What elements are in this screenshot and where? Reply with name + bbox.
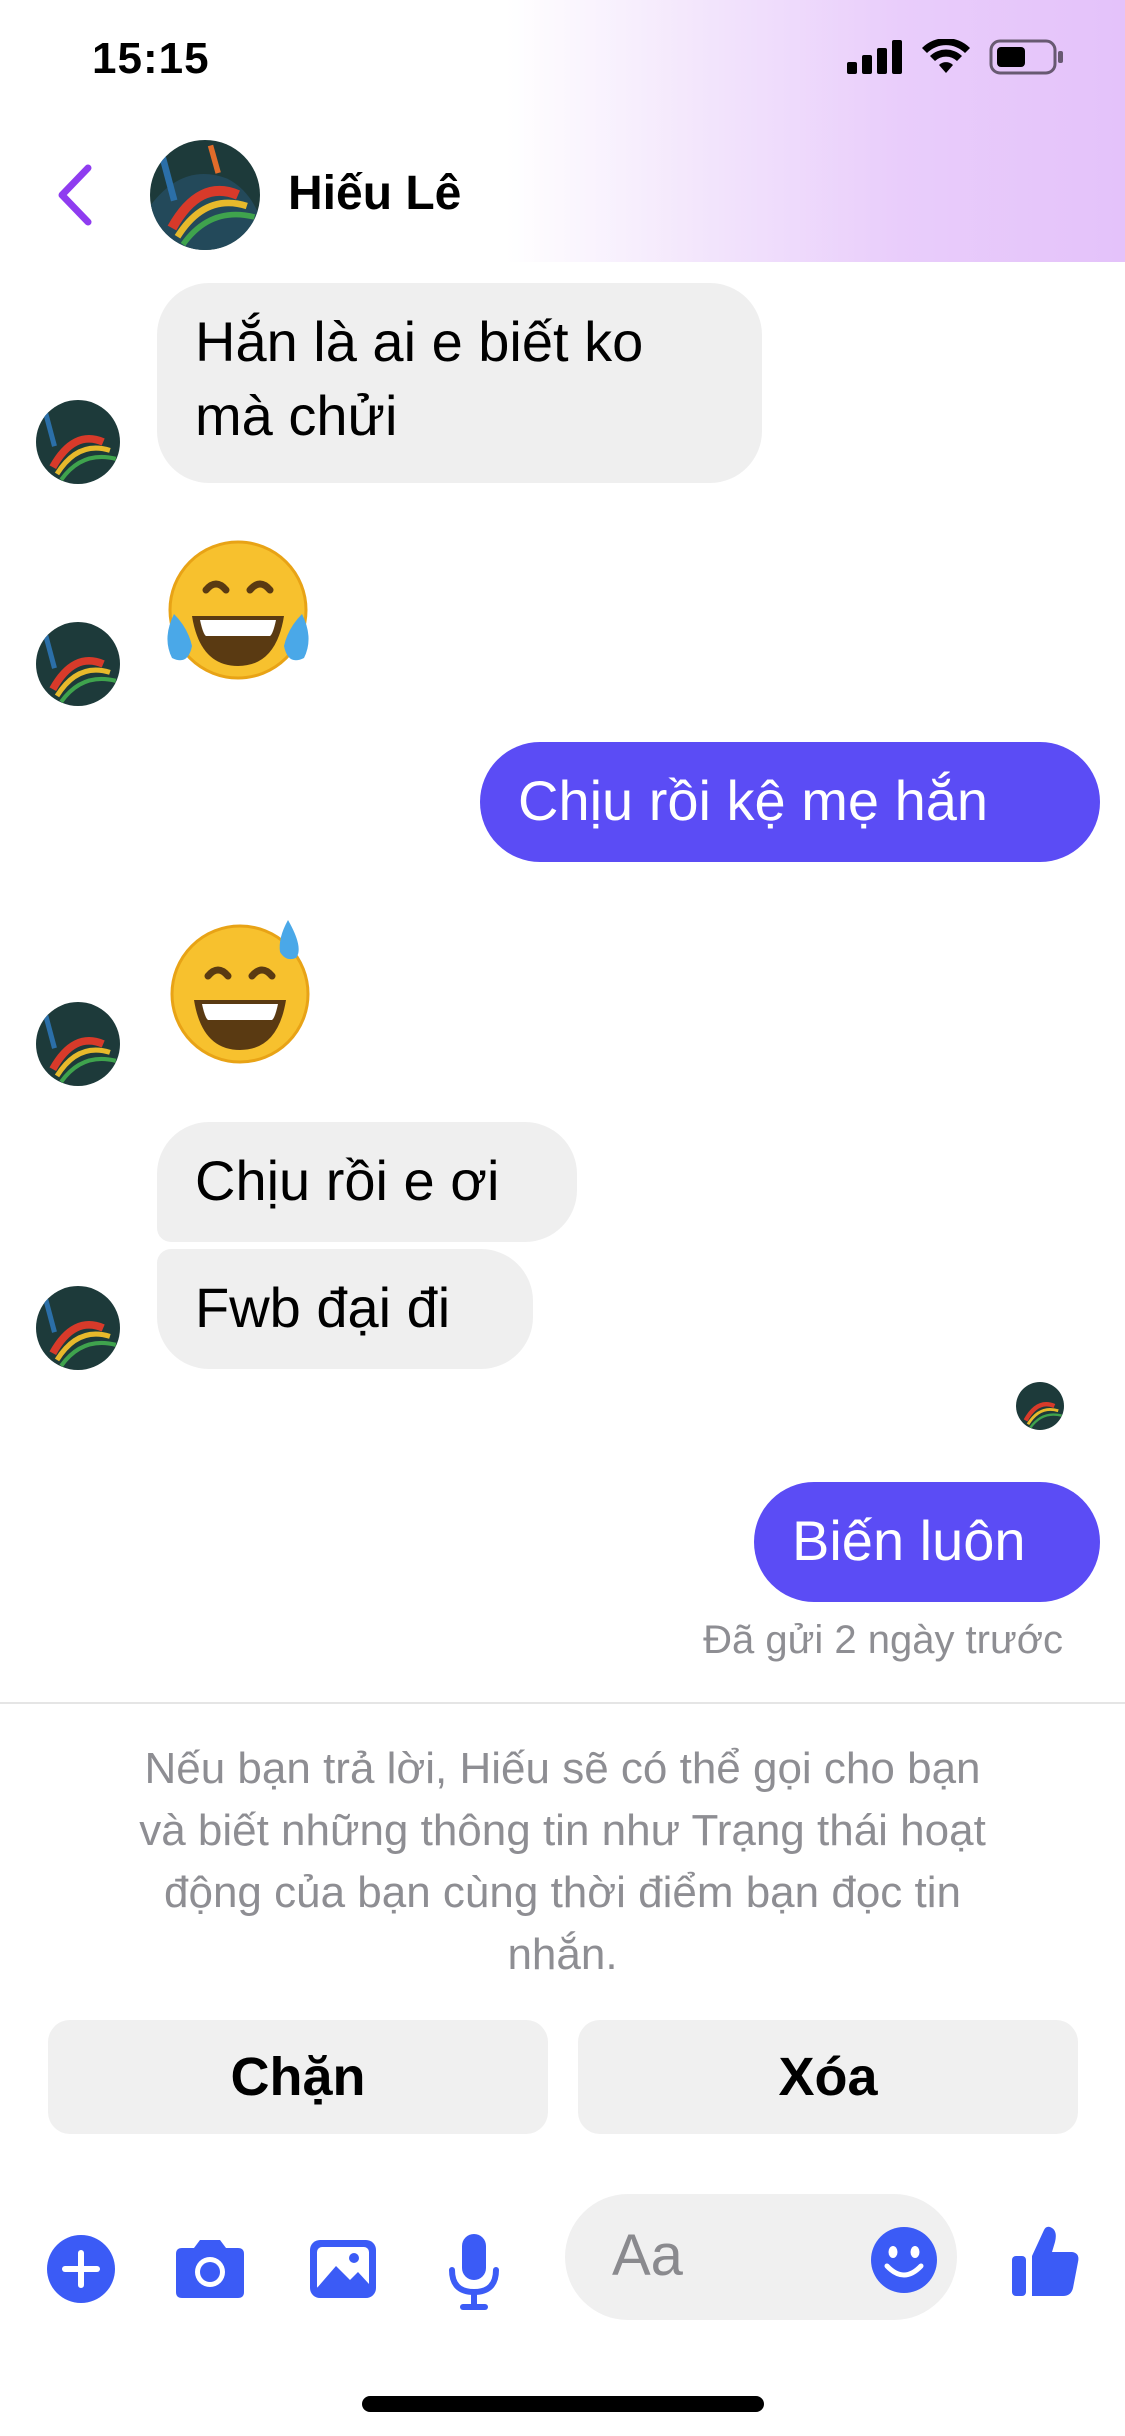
camera-button[interactable]: [170, 2232, 250, 2306]
notice-line: nhắn.: [507, 1930, 618, 1979]
chevron-left-icon: [58, 164, 92, 226]
message-bubble-incoming[interactable]: Chịu rồi e ơi: [157, 1122, 577, 1242]
message-line: Hắn là ai e biết ko: [195, 310, 644, 373]
message-bubble-outgoing[interactable]: Chịu rồi kệ mẹ hắn: [480, 742, 1100, 862]
camera-icon: [176, 2240, 244, 2298]
seen-receipt-avatar: [1016, 1382, 1064, 1430]
sent-status: Đã gửi 2 ngày trước: [703, 1618, 1063, 1662]
message-text: Chịu rồi e ơi: [195, 1149, 500, 1212]
grinning-face-with-sweat-icon[interactable]: [160, 918, 320, 1068]
notice-line: và biết những thông tin như Trạng thái h…: [139, 1806, 986, 1855]
message-bubble-incoming[interactable]: Fwb đại đi: [157, 1249, 533, 1369]
emoji-button[interactable]: [868, 2224, 940, 2296]
avatar-image: [150, 140, 260, 250]
message-bubble-incoming[interactable]: Hắn là ai e biết ko mà chửi: [157, 283, 762, 483]
message-line: mà chửi: [195, 384, 398, 447]
wifi-icon: [922, 39, 970, 73]
delete-button-label: Xóa: [778, 2047, 878, 2107]
like-button[interactable]: [1010, 2224, 1082, 2300]
block-button-label: Chặn: [230, 2047, 366, 2107]
delete-button[interactable]: Xóa: [578, 2020, 1078, 2134]
plus-circle-icon: [47, 2235, 115, 2303]
gallery-button[interactable]: [306, 2232, 380, 2306]
image-icon: [310, 2240, 376, 2298]
home-indicator[interactable]: [362, 2396, 764, 2412]
face-with-tears-of-joy-icon[interactable]: [158, 538, 318, 688]
plus-button[interactable]: [44, 2232, 118, 2306]
back-button[interactable]: [50, 160, 100, 230]
contact-avatar[interactable]: [150, 140, 260, 250]
sender-avatar: [36, 1286, 120, 1370]
divider: [0, 1702, 1125, 1704]
block-button[interactable]: Chặn: [48, 2020, 548, 2134]
status-time: 15:15: [92, 34, 210, 83]
battery-icon: [989, 39, 1063, 75]
notice-line: động của bạn cùng thời điểm bạn đọc tin: [164, 1868, 961, 1917]
message-text: Biến luôn: [792, 1509, 1026, 1572]
message-text: Chịu rồi kệ mẹ hắn: [518, 769, 989, 832]
smiley-icon: [871, 2227, 937, 2293]
contact-name[interactable]: Hiếu Lê: [288, 166, 461, 221]
message-bubble-outgoing[interactable]: Biến luôn: [754, 1482, 1100, 1602]
status-icons: [847, 38, 1065, 76]
message-input-placeholder: Aa: [612, 2223, 683, 2288]
notice-line: Nếu bạn trả lời, Hiếu sẽ có thể gọi cho …: [144, 1744, 981, 1793]
cellular-signal-icon: [847, 40, 902, 74]
message-request-notice: Nếu bạn trả lời, Hiếu sẽ có thể gọi cho …: [40, 1738, 1085, 1986]
messenger-chat-screen: 15:15 Hiếu Lê Hắn là ai e biết ko mà chử…: [0, 0, 1125, 2436]
voice-button[interactable]: [444, 2232, 504, 2310]
sender-avatar: [36, 1002, 120, 1086]
sender-avatar: [36, 622, 120, 706]
sender-avatar: [36, 400, 120, 484]
thumbs-up-icon: [1012, 2226, 1079, 2296]
microphone-icon: [449, 2234, 499, 2310]
message-text: Fwb đại đi: [195, 1276, 451, 1339]
